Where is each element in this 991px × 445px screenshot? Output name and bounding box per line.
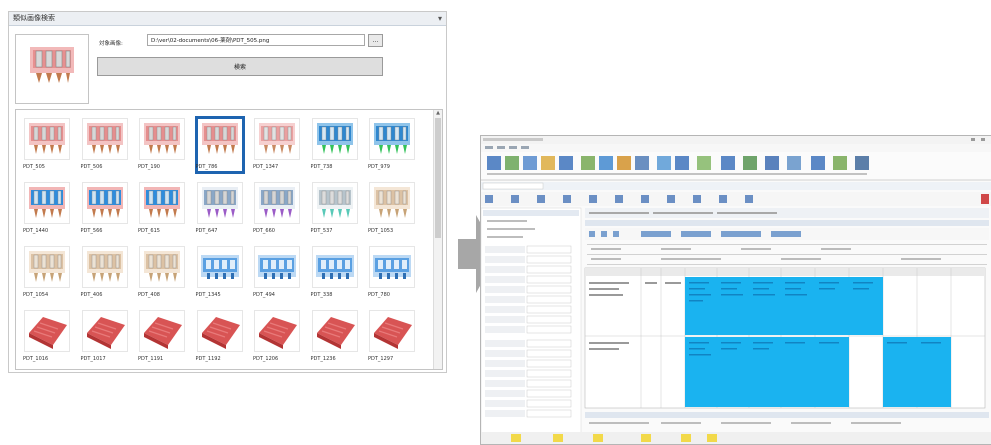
result-label: PDT_1347 bbox=[253, 164, 279, 170]
result-thumbnail[interactable] bbox=[369, 182, 415, 224]
result-item[interactable]: PDT_1347 bbox=[248, 116, 305, 178]
panel-title: 類似画像検索 bbox=[13, 14, 55, 22]
result-label: PDT_615 bbox=[138, 228, 160, 234]
result-thumbnail[interactable] bbox=[369, 118, 415, 160]
result-item[interactable]: PDT_406 bbox=[76, 244, 133, 306]
result-label: PDT_505 bbox=[23, 164, 45, 170]
app-window-graphic bbox=[481, 136, 991, 444]
result-item[interactable]: PDT_1016 bbox=[18, 308, 75, 369]
result-item[interactable]: PDT_537 bbox=[306, 180, 363, 242]
search-button[interactable]: 検索 bbox=[97, 57, 383, 76]
result-thumbnail[interactable] bbox=[311, 246, 358, 288]
result-label: PDT_1192 bbox=[195, 356, 221, 362]
result-label: PDT_406 bbox=[80, 292, 103, 298]
result-item[interactable]: PDT_1440 bbox=[18, 180, 75, 242]
result-thumbnail[interactable] bbox=[254, 118, 300, 160]
results-scrollbar[interactable]: ▲ bbox=[433, 110, 442, 369]
result-item[interactable]: PDT_786 bbox=[191, 116, 248, 178]
result-item[interactable]: PDT_1345 bbox=[191, 244, 248, 306]
scroll-up-icon[interactable]: ▲ bbox=[434, 110, 442, 117]
result-item[interactable]: PDT_338 bbox=[306, 244, 363, 306]
result-item[interactable]: PDT_979 bbox=[363, 116, 420, 178]
result-thumbnail[interactable] bbox=[81, 118, 128, 160]
result-label: PDT_1017 bbox=[80, 356, 106, 362]
search-results-grid: PDT_505 PDT_506 PDT_190 PDT_786 PDT_1347 PDT_… bbox=[15, 109, 443, 370]
result-label: PDT_647 bbox=[195, 228, 218, 234]
query-part-thumbnail bbox=[30, 47, 74, 83]
result-label: PDT_1206 bbox=[253, 356, 279, 362]
result-label: PDT_506 bbox=[80, 164, 103, 170]
result-thumbnail[interactable] bbox=[139, 310, 185, 352]
result-thumbnail[interactable] bbox=[311, 182, 358, 224]
result-label: PDT_1440 bbox=[23, 228, 49, 234]
result-item[interactable]: PDT_1017 bbox=[76, 308, 133, 369]
result-thumbnail[interactable] bbox=[311, 118, 358, 160]
result-thumbnail[interactable] bbox=[81, 246, 128, 288]
result-thumbnail[interactable] bbox=[24, 118, 70, 160]
result-label: PDT_1297 bbox=[368, 356, 394, 362]
result-item[interactable]: PDT_1206 bbox=[248, 308, 305, 369]
browse-button[interactable]: ... bbox=[368, 34, 383, 47]
result-label: PDT_1054 bbox=[23, 292, 49, 298]
result-label: PDT_738 bbox=[310, 164, 333, 170]
result-item[interactable]: PDT_1054 bbox=[18, 244, 75, 306]
result-label: PDT_338 bbox=[310, 292, 333, 298]
result-thumbnail[interactable] bbox=[196, 310, 243, 352]
scroll-thumb[interactable] bbox=[435, 118, 441, 238]
result-label: PDT_537 bbox=[310, 228, 333, 234]
result-thumbnail[interactable] bbox=[24, 310, 70, 352]
result-item[interactable]: PDT_190 bbox=[133, 116, 190, 178]
result-item[interactable]: PDT_506 bbox=[76, 116, 133, 178]
result-thumbnail[interactable] bbox=[139, 182, 185, 224]
result-thumbnail[interactable] bbox=[254, 182, 300, 224]
panel-title-bar: 類似画像検索 ▾ bbox=[9, 12, 446, 26]
result-item[interactable]: PDT_738 bbox=[306, 116, 363, 178]
app-window-screenshot bbox=[480, 135, 991, 445]
result-thumbnail[interactable] bbox=[311, 310, 358, 352]
result-thumbnail[interactable] bbox=[254, 246, 300, 288]
result-item[interactable]: PDT_505 bbox=[18, 116, 75, 178]
result-item[interactable]: PDT_780 bbox=[363, 244, 420, 306]
result-thumbnail[interactable] bbox=[24, 182, 70, 224]
result-thumbnail[interactable] bbox=[196, 182, 243, 224]
image-path-field[interactable]: D:\ver\02-documents\06-薬剤\PDT_505.png bbox=[147, 34, 365, 46]
query-image-preview bbox=[15, 34, 89, 104]
similar-image-search-panel: 類似画像検索 ▾ 対象画像: D:\ver\02-documents\06-薬剤… bbox=[8, 11, 447, 373]
result-label: PDT_566 bbox=[80, 228, 103, 234]
result-thumbnail[interactable] bbox=[369, 246, 415, 288]
result-label: PDT_1053 bbox=[368, 228, 394, 234]
result-item[interactable]: PDT_615 bbox=[133, 180, 190, 242]
result-item[interactable]: PDT_1191 bbox=[133, 308, 190, 369]
collapse-icon[interactable]: ▾ bbox=[438, 12, 442, 25]
result-label: PDT_1191 bbox=[138, 356, 164, 362]
result-item[interactable]: PDT_647 bbox=[191, 180, 248, 242]
result-label: PDT_1236 bbox=[310, 356, 336, 362]
result-label: PDT_190 bbox=[138, 164, 160, 170]
result-label: PDT_979 bbox=[368, 164, 390, 170]
result-item[interactable]: PDT_1297 bbox=[363, 308, 420, 369]
result-item[interactable]: PDT_1192 bbox=[191, 308, 248, 369]
result-label: PDT_780 bbox=[368, 292, 390, 298]
target-image-label: 対象画像: bbox=[99, 41, 123, 47]
result-thumbnail[interactable] bbox=[81, 310, 128, 352]
result-thumbnail[interactable] bbox=[81, 182, 128, 224]
result-label: PDT_786 bbox=[195, 164, 218, 170]
result-item[interactable]: PDT_1053 bbox=[363, 180, 420, 242]
result-thumbnail[interactable] bbox=[196, 246, 243, 288]
result-item[interactable]: PDT_660 bbox=[248, 180, 305, 242]
result-thumbnail[interactable] bbox=[139, 246, 185, 288]
result-label: PDT_408 bbox=[138, 292, 160, 298]
result-label: PDT_1016 bbox=[23, 356, 49, 362]
result-item[interactable]: PDT_566 bbox=[76, 180, 133, 242]
result-item[interactable]: PDT_1236 bbox=[306, 308, 363, 369]
result-label: PDT_494 bbox=[253, 292, 275, 298]
result-item[interactable]: PDT_494 bbox=[248, 244, 305, 306]
result-thumbnail[interactable] bbox=[254, 310, 300, 352]
result-thumbnail[interactable] bbox=[369, 310, 415, 352]
result-item[interactable]: PDT_408 bbox=[133, 244, 190, 306]
result-thumbnail[interactable] bbox=[24, 246, 70, 288]
result-thumbnail[interactable] bbox=[139, 118, 185, 160]
result-label: PDT_1345 bbox=[195, 292, 221, 298]
result-label: PDT_660 bbox=[253, 228, 275, 234]
